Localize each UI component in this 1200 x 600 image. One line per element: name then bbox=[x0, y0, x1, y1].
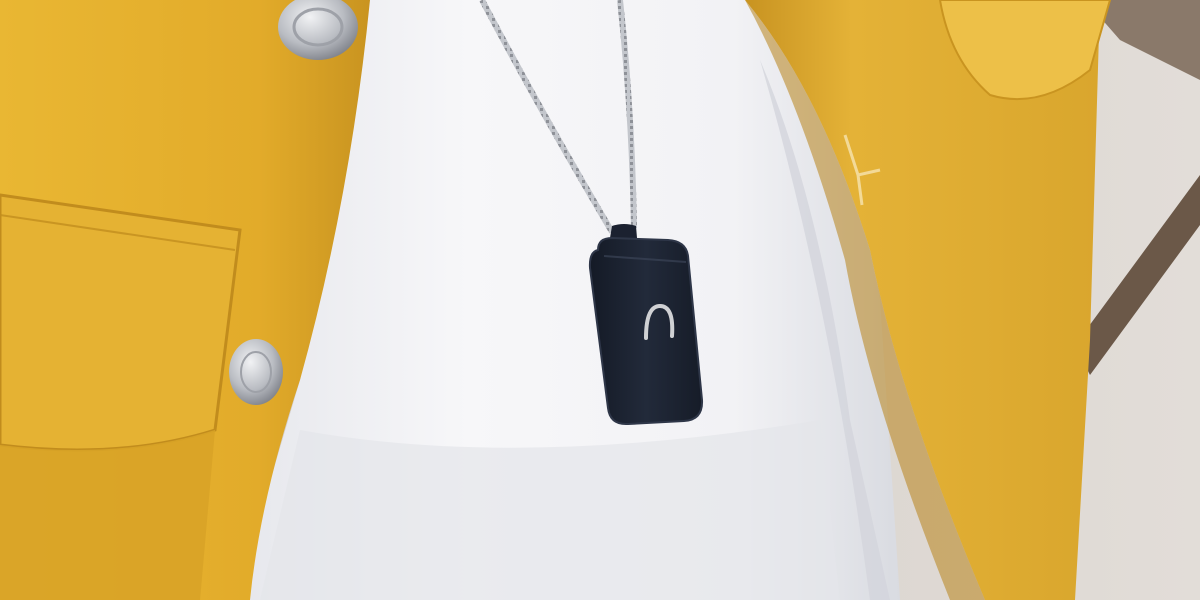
pendant-device bbox=[588, 224, 704, 426]
jacket-lower-shadow bbox=[0, 430, 215, 600]
photo-illustration bbox=[0, 0, 1200, 600]
photo-scene bbox=[0, 0, 1200, 600]
jacket-button-middle bbox=[229, 339, 283, 405]
